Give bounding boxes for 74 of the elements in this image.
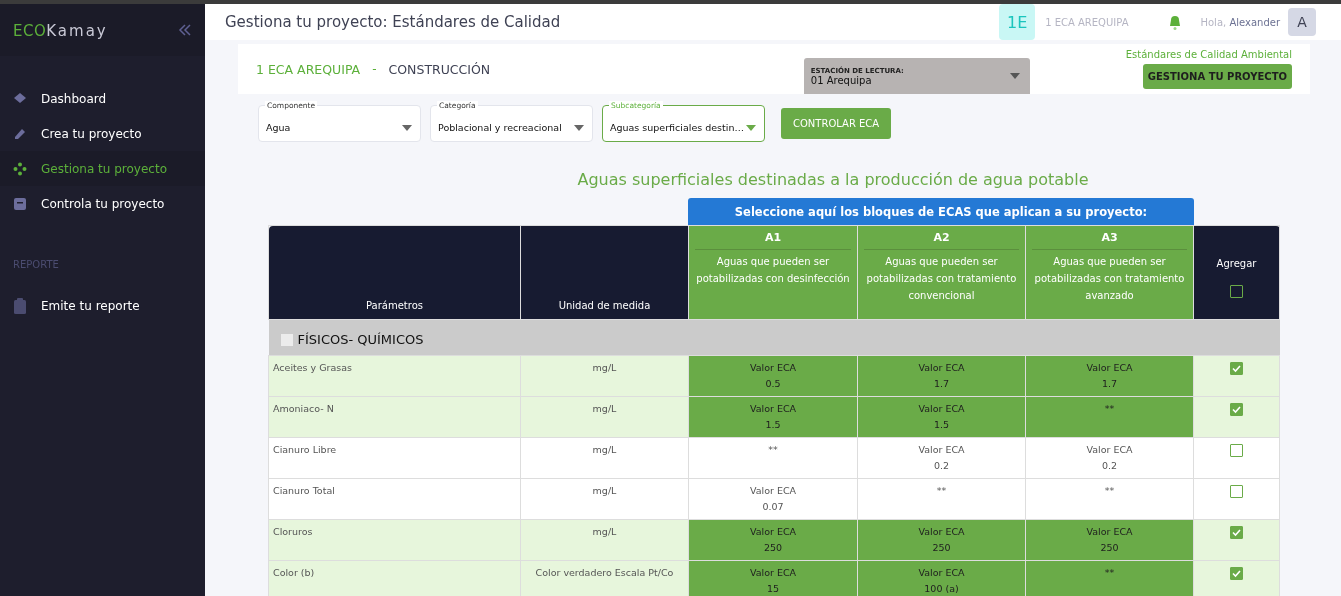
block-header: A3 Aguas que pueden ser potabilizadas con tratamiento avanzado bbox=[1025, 225, 1194, 320]
dots-icon bbox=[13, 161, 27, 176]
avatar[interactable]: A bbox=[1288, 8, 1316, 36]
group-row: FÍSICOS- QUÍMICOS bbox=[268, 319, 1280, 356]
table-cell: mg/L bbox=[520, 519, 689, 561]
logo: ECOKamay bbox=[13, 20, 108, 40]
separator: - bbox=[372, 62, 377, 76]
checkbox[interactable] bbox=[1230, 485, 1243, 498]
blocks-banner: Seleccione aquí los bloques de ECAS que aplican a su proyecto: bbox=[688, 198, 1194, 225]
sidebar-item[interactable]: Crea tu proyecto bbox=[0, 116, 205, 151]
diamond-icon bbox=[13, 91, 27, 106]
table-cell: Cianuro Total bbox=[268, 478, 521, 520]
column-header: Unidad de medida bbox=[520, 225, 689, 320]
table-cell: mg/L bbox=[520, 355, 689, 397]
table-cell: Cianuro Libre bbox=[268, 437, 521, 479]
table-cell: Color verdadero Escala Pt/Co bbox=[520, 560, 689, 596]
table-cell: Cloruros bbox=[268, 519, 521, 561]
table-cell: Aceites y Grasas bbox=[268, 355, 521, 397]
section-heading: REPORTE bbox=[12, 258, 60, 272]
table-cell: Valor ECA 1.5 bbox=[857, 396, 1026, 438]
clipboard-icon bbox=[13, 297, 27, 314]
checkbox[interactable] bbox=[1230, 362, 1243, 375]
table-cell: Color (b) bbox=[268, 560, 521, 596]
category-name: CONSTRUCCIÓN bbox=[388, 61, 491, 77]
sidebar-item[interactable]: Controla tu proyecto bbox=[0, 186, 205, 221]
table-cell: Valor ECA 0.2 bbox=[857, 437, 1026, 479]
checkbox[interactable] bbox=[1230, 567, 1243, 580]
bell-icon[interactable] bbox=[1168, 14, 1183, 30]
table-cell: ** bbox=[1025, 478, 1194, 520]
collapse-icon[interactable] bbox=[178, 23, 192, 37]
sidebar-item[interactable]: Dashboard bbox=[0, 81, 205, 116]
table-cell: Valor ECA 0.2 bbox=[1025, 437, 1194, 479]
project-badge: 1E bbox=[999, 4, 1036, 40]
table-cell: Valor ECA 0.07 bbox=[688, 478, 858, 520]
table-cell: ** bbox=[688, 437, 858, 479]
table-cell: Amoniaco- N bbox=[268, 396, 521, 438]
caret-icon bbox=[746, 124, 756, 131]
table-cell: mg/L bbox=[520, 437, 689, 479]
table-cell: Valor ECA 15 bbox=[688, 560, 858, 596]
project-name: 1 ECA AREQUIPA bbox=[1045, 16, 1129, 28]
table-cell: ** bbox=[857, 478, 1026, 520]
column-header: Parámetros bbox=[268, 225, 521, 320]
table-cell: ** bbox=[1025, 396, 1194, 438]
table-cell: Valor ECA 250 bbox=[1025, 519, 1194, 561]
table-cell: Valor ECA 250 bbox=[688, 519, 858, 561]
caret-icon bbox=[1009, 73, 1020, 79]
checkbox[interactable] bbox=[1230, 444, 1243, 457]
calendar-icon bbox=[13, 196, 27, 211]
table-cell: ** bbox=[1025, 560, 1194, 596]
block-header: A1 Aguas que pueden ser potabilizadas con desinfección bbox=[688, 225, 858, 320]
pencil-icon bbox=[13, 126, 27, 141]
table-cell: Valor ECA 1.7 bbox=[1025, 355, 1194, 397]
sidebar-item[interactable]: Gestiona tu proyecto bbox=[0, 151, 205, 186]
table-cell: Valor ECA 250 bbox=[857, 519, 1026, 561]
manage-project-button[interactable]: GESTIONA TU PROYECTO bbox=[1142, 64, 1292, 89]
table-cell: mg/L bbox=[520, 478, 689, 520]
checkbox[interactable] bbox=[1230, 403, 1243, 416]
caption: Estándares de Calidad Ambiental bbox=[1125, 49, 1292, 60]
table-cell: mg/L bbox=[520, 396, 689, 438]
checkbox[interactable] bbox=[1230, 526, 1243, 539]
caret-icon bbox=[574, 124, 584, 131]
table-cell: Valor ECA 1.5 bbox=[688, 396, 858, 438]
sidebar-item[interactable]: Emite tu reporte bbox=[0, 288, 205, 323]
greeting: Hola, Alexander bbox=[1200, 16, 1280, 28]
add-column-header: Agregar bbox=[1193, 225, 1280, 320]
checkbox[interactable] bbox=[1230, 284, 1243, 298]
project-name: 1 ECA AREQUIPA bbox=[256, 61, 361, 77]
page-title: Gestiona tu proyecto: Estándares de Calidad bbox=[225, 13, 562, 31]
table-cell: Valor ECA 0.5 bbox=[688, 355, 858, 397]
table-title: Aguas superficiales destinadas a la producción de agua potable bbox=[576, 170, 1090, 189]
caret-icon bbox=[402, 124, 412, 131]
table-cell: Valor ECA 1.7 bbox=[857, 355, 1026, 397]
block-header: A2 Aguas que pueden ser potabilizadas con tratamiento convencional bbox=[857, 225, 1026, 320]
table-cell: Valor ECA 100 (a) bbox=[857, 560, 1026, 596]
